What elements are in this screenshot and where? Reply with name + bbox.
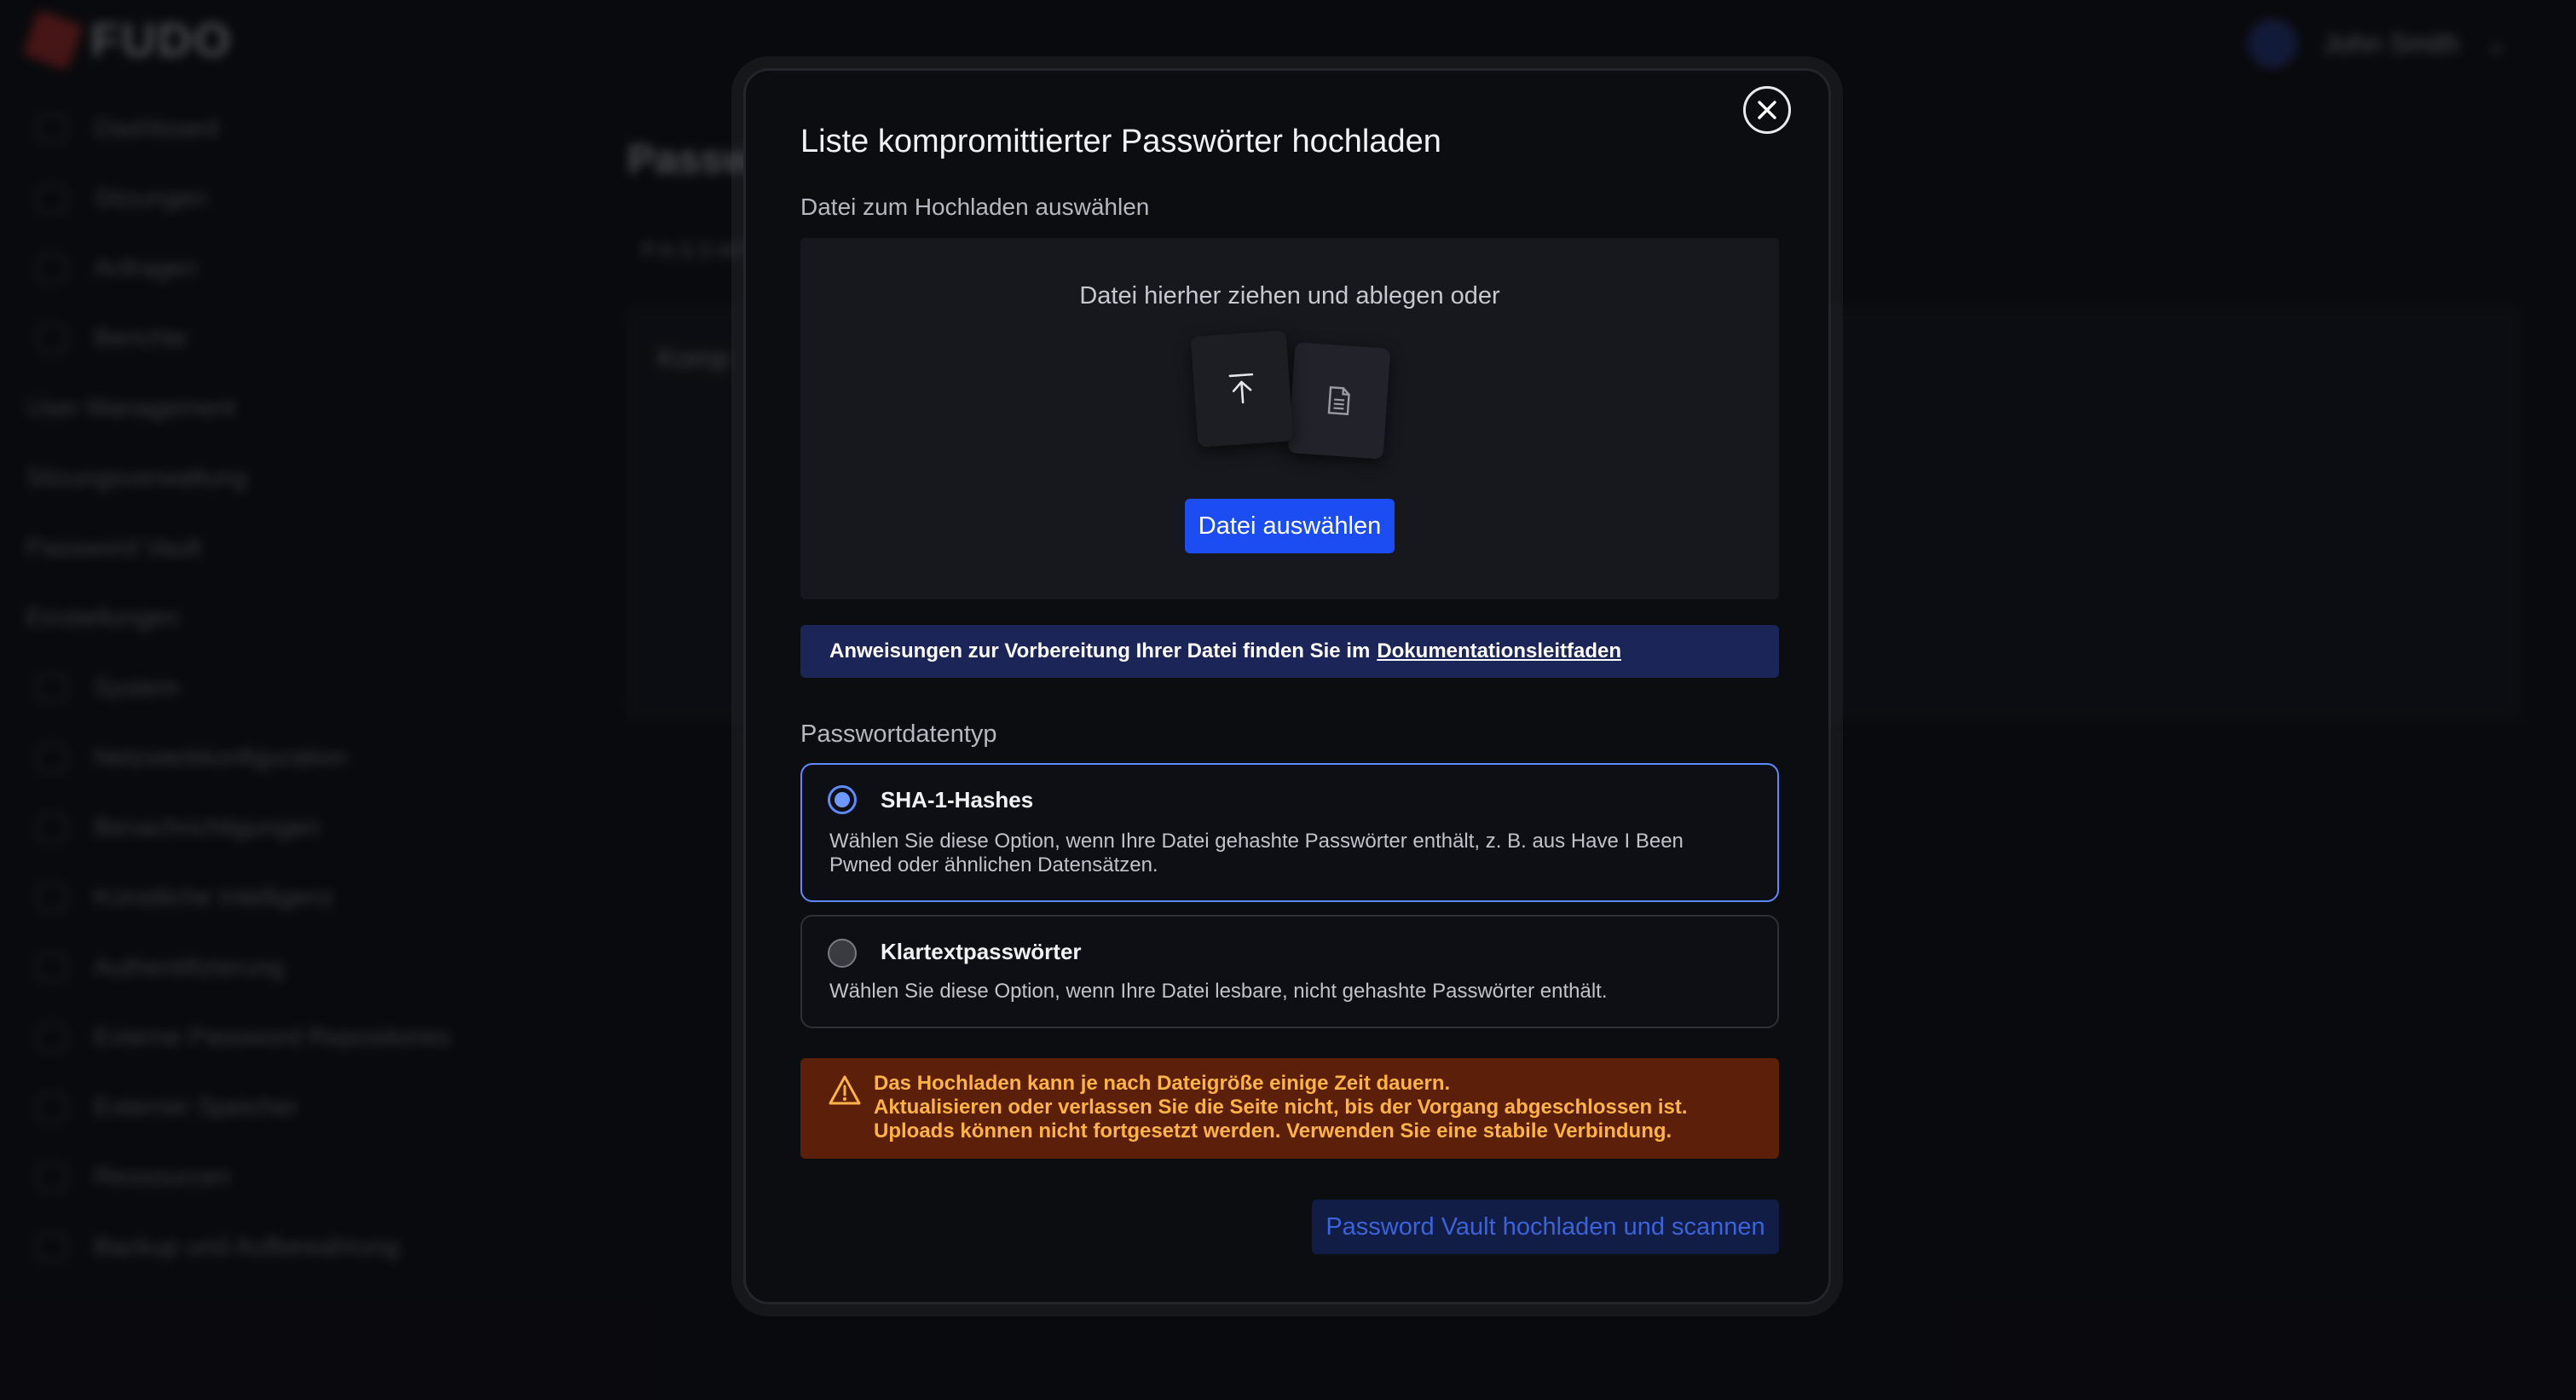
warning-icon [829,1075,861,1105]
option-title: SHA-1-Hashes [881,787,1034,813]
info-banner: Anweisungen zur Vorbereitung Ihrer Datei… [800,625,1779,678]
warning-banner: Das Hochladen kann je nach Dateigröße ei… [800,1058,1779,1159]
password-type-label: Passwortdatentyp [800,720,997,748]
radio-plaintext-passwords[interactable] [828,939,857,968]
choose-file-button[interactable]: Datei auswählen [1185,499,1395,553]
modal-title: Liste kompromittierter Passwörter hochla… [800,124,1441,159]
file-dropzone[interactable]: Datei hierher ziehen und ablegen oder Da… [800,238,1779,599]
file-select-label: Datei zum Hochladen auswählen [800,194,1150,220]
close-icon [1758,101,1776,119]
warning-line-2: Aktualisieren oder verlassen Sie die Sei… [874,1096,1688,1119]
document-icon-card [1287,342,1391,460]
upload-icon [1228,373,1254,404]
warning-line-1: Das Hochladen kann je nach Dateigröße ei… [874,1072,1451,1095]
close-button[interactable] [1743,86,1791,134]
radio-sha1-hashes[interactable] [828,785,857,814]
info-text: Anweisungen zur Vorbereitung Ihrer Datei… [829,639,1371,662]
document-icon [1327,385,1350,416]
option-sha1-hashes[interactable]: SHA-1-Hashes Wählen Sie diese Option, we… [800,763,1779,902]
option-plaintext-passwords[interactable]: Klartextpasswörter Wählen Sie diese Opti… [800,915,1779,1028]
option-description: Wählen Sie diese Option, wenn Ihre Datei… [829,830,1684,876]
documentation-link[interactable]: Dokumentationsleitfaden [1377,639,1621,663]
option-description: Wählen Sie diese Option, wenn Ihre Datei… [829,980,1608,1003]
upload-modal: Liste kompromittierter Passwörter hochla… [743,68,1831,1305]
drop-text: Datei hierher ziehen und ablegen oder [1079,282,1500,310]
upload-icon-card [1190,330,1294,448]
upload-and-scan-button[interactable]: Password Vault hochladen und scannen [1312,1200,1779,1254]
option-title: Klartextpasswörter [881,939,1082,964]
warning-line-3: Uploads können nicht fortgesetzt werden.… [874,1119,1672,1143]
